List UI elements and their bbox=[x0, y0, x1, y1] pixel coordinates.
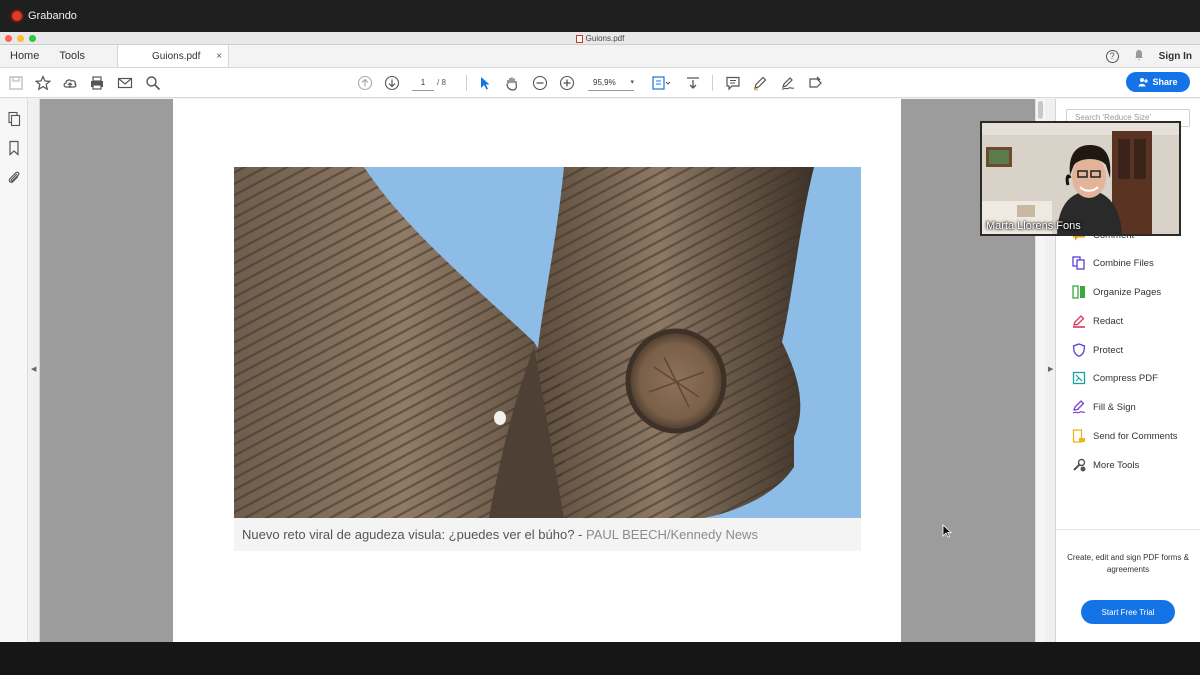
save-icon[interactable] bbox=[7, 74, 25, 92]
protect-icon bbox=[1072, 343, 1086, 357]
stamp-tag-icon[interactable] bbox=[807, 74, 825, 92]
zoom-out-icon[interactable] bbox=[531, 74, 549, 92]
window-maximize-button[interactable] bbox=[29, 35, 36, 42]
tab-home[interactable]: Home bbox=[0, 45, 49, 67]
tab-close-button[interactable]: × bbox=[216, 51, 222, 62]
share-person-icon bbox=[1138, 78, 1149, 87]
photo-caption: Nuevo reto viral de agudeza visula: ¿pue… bbox=[234, 518, 861, 551]
attachment-icon[interactable] bbox=[6, 169, 22, 185]
send-comments-icon bbox=[1072, 429, 1086, 443]
left-panel-collapse[interactable]: ◀ bbox=[28, 99, 40, 642]
email-icon[interactable] bbox=[116, 74, 134, 92]
webcam-name-label: Marta Llorens Fons bbox=[986, 220, 1081, 232]
zoom-level-select[interactable]: 95,9% ▾ bbox=[588, 75, 634, 91]
mouse-cursor-icon bbox=[942, 524, 952, 538]
fit-page-icon[interactable] bbox=[650, 74, 672, 92]
tool-more-tools-label: More Tools bbox=[1093, 459, 1140, 471]
toolbar-divider bbox=[466, 75, 467, 91]
page-number-input[interactable]: 1 bbox=[412, 75, 434, 91]
tool-compress-pdf-label: Compress PDF bbox=[1093, 372, 1158, 384]
zoom-level-value: 95,9% bbox=[593, 78, 616, 87]
hand-tool-icon[interactable] bbox=[503, 74, 521, 92]
tool-protect-label: Protect bbox=[1093, 344, 1124, 356]
compress-pdf-icon bbox=[1072, 371, 1086, 385]
zoom-in-icon[interactable] bbox=[558, 74, 576, 92]
highlight-pen-icon[interactable] bbox=[751, 74, 769, 92]
caption-text: Nuevo reto viral de agudeza visula: ¿pue… bbox=[242, 527, 586, 542]
recording-dot-icon bbox=[12, 11, 22, 21]
combine-files-icon bbox=[1072, 256, 1086, 270]
tool-send-for-comments[interactable]: Send for Comments bbox=[1072, 427, 1177, 445]
tab-document[interactable]: Guions.pdf × bbox=[117, 45, 230, 67]
scrollbar-thumb[interactable] bbox=[1038, 101, 1043, 119]
tab-tools[interactable]: Tools bbox=[49, 45, 95, 67]
comment-tool-icon[interactable] bbox=[724, 74, 742, 92]
tool-redact[interactable]: Redact bbox=[1072, 312, 1123, 330]
sign-in-link[interactable]: Sign In bbox=[1159, 51, 1192, 62]
window-close-button[interactable] bbox=[5, 35, 12, 42]
next-page-icon[interactable] bbox=[383, 74, 401, 92]
tree-owl-photo bbox=[234, 167, 861, 518]
document-canvas[interactable]: Nuevo reto viral de agudeza visula: ¿pue… bbox=[40, 99, 1035, 642]
recording-label: Grabando bbox=[28, 10, 77, 22]
tool-protect[interactable]: Protect bbox=[1072, 341, 1123, 359]
bookmark-star-icon[interactable] bbox=[34, 74, 52, 92]
previous-page-icon[interactable] bbox=[356, 74, 374, 92]
tool-redact-label: Redact bbox=[1093, 315, 1124, 327]
pdf-page: Nuevo reto viral de agudeza visula: ¿pue… bbox=[173, 99, 901, 642]
upload-cloud-icon[interactable] bbox=[61, 74, 79, 92]
tool-fill-sign[interactable]: Fill & Sign bbox=[1072, 398, 1136, 416]
tool-compress-pdf[interactable]: Compress PDF bbox=[1072, 369, 1158, 387]
help-icon[interactable]: ? bbox=[1105, 50, 1119, 63]
select-cursor-icon[interactable] bbox=[476, 74, 494, 92]
tool-organize-pages-label: Organize Pages bbox=[1093, 286, 1162, 298]
search-icon[interactable] bbox=[144, 74, 162, 92]
page-total: / 8 bbox=[437, 78, 446, 87]
recording-bar: Grabando bbox=[0, 0, 1200, 32]
tool-combine-files-label: Combine Files bbox=[1093, 257, 1154, 269]
tab-bar: Home Tools Guions.pdf × ? Sign In bbox=[0, 45, 1200, 68]
notifications-icon[interactable] bbox=[1133, 49, 1145, 64]
redact-icon bbox=[1072, 314, 1086, 328]
more-tools-icon bbox=[1072, 458, 1086, 472]
start-free-trial-button[interactable]: Start Free Trial bbox=[1081, 600, 1175, 624]
fill-sign-icon bbox=[1072, 400, 1086, 414]
scroll-mode-icon[interactable] bbox=[684, 74, 702, 92]
pdf-file-icon bbox=[575, 34, 583, 43]
tool-combine-files[interactable]: Combine Files bbox=[1072, 254, 1154, 272]
page-thumbnails-icon[interactable] bbox=[6, 111, 22, 127]
tool-organize-pages[interactable]: Organize Pages bbox=[1072, 283, 1161, 301]
sign-icon[interactable] bbox=[779, 74, 797, 92]
toolbar: 1 / 8 95,9% ▾ Share bbox=[0, 68, 1200, 98]
webcam-overlay: Marta Llorens Fons bbox=[980, 121, 1181, 236]
share-label: Share bbox=[1152, 77, 1178, 87]
share-button[interactable]: Share bbox=[1126, 72, 1190, 92]
caption-source: PAUL BEECH/Kennedy News bbox=[585, 527, 758, 542]
chevron-left-icon: ◀ bbox=[31, 366, 37, 373]
toolbar-divider bbox=[712, 75, 713, 91]
title-bar: Guions.pdf bbox=[0, 32, 1200, 45]
chevron-down-icon: ▾ bbox=[630, 79, 634, 86]
tools-panel-footer: Create, edit and sign PDF forms & agreem… bbox=[1056, 529, 1200, 642]
chevron-right-icon: ▶ bbox=[1048, 366, 1054, 373]
bookmark-icon[interactable] bbox=[6, 140, 22, 156]
bottom-black-bar bbox=[0, 642, 1200, 675]
window-minimize-button[interactable] bbox=[17, 35, 24, 42]
header-actions: ? Sign In bbox=[1105, 45, 1192, 68]
tool-fill-sign-label: Fill & Sign bbox=[1093, 401, 1136, 413]
window-title-wrap: Guions.pdf bbox=[575, 32, 625, 45]
tab-document-label: Guions.pdf bbox=[152, 50, 201, 62]
tool-more-tools[interactable]: More Tools bbox=[1072, 456, 1139, 474]
promo-text: Create, edit and sign PDF forms & agreem… bbox=[1067, 553, 1189, 574]
screen: Grabando Guions.pdf Home Tools Guions.pd… bbox=[0, 0, 1200, 675]
organize-pages-icon bbox=[1072, 285, 1086, 299]
left-rail bbox=[0, 99, 28, 642]
print-icon[interactable] bbox=[88, 74, 106, 92]
window-title: Guions.pdf bbox=[585, 34, 625, 43]
tool-send-for-comments-label: Send for Comments bbox=[1093, 430, 1178, 442]
